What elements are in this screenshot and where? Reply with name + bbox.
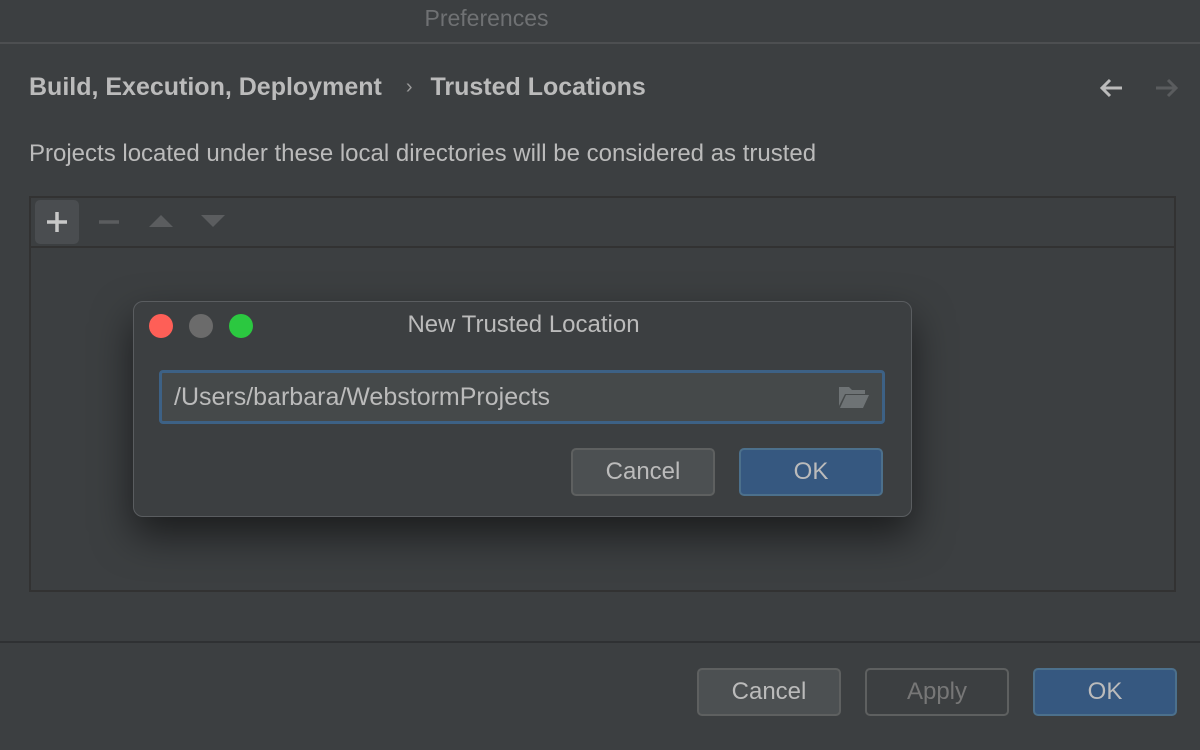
triangle-up-icon: [149, 215, 173, 227]
cancel-button[interactable]: Cancel: [697, 668, 841, 716]
plus-icon: [47, 212, 67, 232]
move-down-button[interactable]: [191, 200, 235, 244]
history-nav: [1096, 72, 1182, 109]
new-trusted-location-dialog: New Trusted Location Cancel OK: [133, 301, 912, 517]
ok-button[interactable]: OK: [1033, 668, 1177, 716]
breadcrumb-separator: ›: [405, 76, 413, 98]
dialog-title: New Trusted Location: [407, 311, 640, 338]
window-titlebar: Preferences: [0, 0, 1200, 44]
path-input[interactable]: [174, 373, 834, 421]
forward-button[interactable]: [1150, 72, 1182, 109]
dialog-cancel-button[interactable]: Cancel: [571, 448, 715, 496]
triangle-down-icon: [201, 215, 225, 227]
add-location-button[interactable]: [35, 200, 79, 244]
breadcrumb-current: Trusted Locations: [430, 73, 646, 101]
path-field[interactable]: [159, 370, 885, 424]
breadcrumb-parent[interactable]: Build, Execution, Deployment: [29, 73, 382, 102]
window-title: Preferences: [424, 5, 549, 31]
apply-button[interactable]: Apply: [865, 668, 1009, 716]
minus-icon: [99, 220, 119, 224]
remove-location-button[interactable]: [87, 200, 131, 244]
folder-open-icon[interactable]: [838, 384, 870, 410]
footer-divider: [0, 641, 1200, 643]
list-toolbar: [31, 198, 1174, 248]
back-button[interactable]: [1096, 72, 1128, 109]
arrow-left-icon: [1099, 78, 1122, 98]
dialog-ok-button[interactable]: OK: [739, 448, 883, 496]
arrow-right-icon: [1156, 78, 1179, 98]
description-text: Projects located under these local direc…: [29, 140, 817, 167]
breadcrumb: Build, Execution, Deployment › Trusted L…: [29, 73, 646, 102]
move-up-button[interactable]: [139, 200, 183, 244]
